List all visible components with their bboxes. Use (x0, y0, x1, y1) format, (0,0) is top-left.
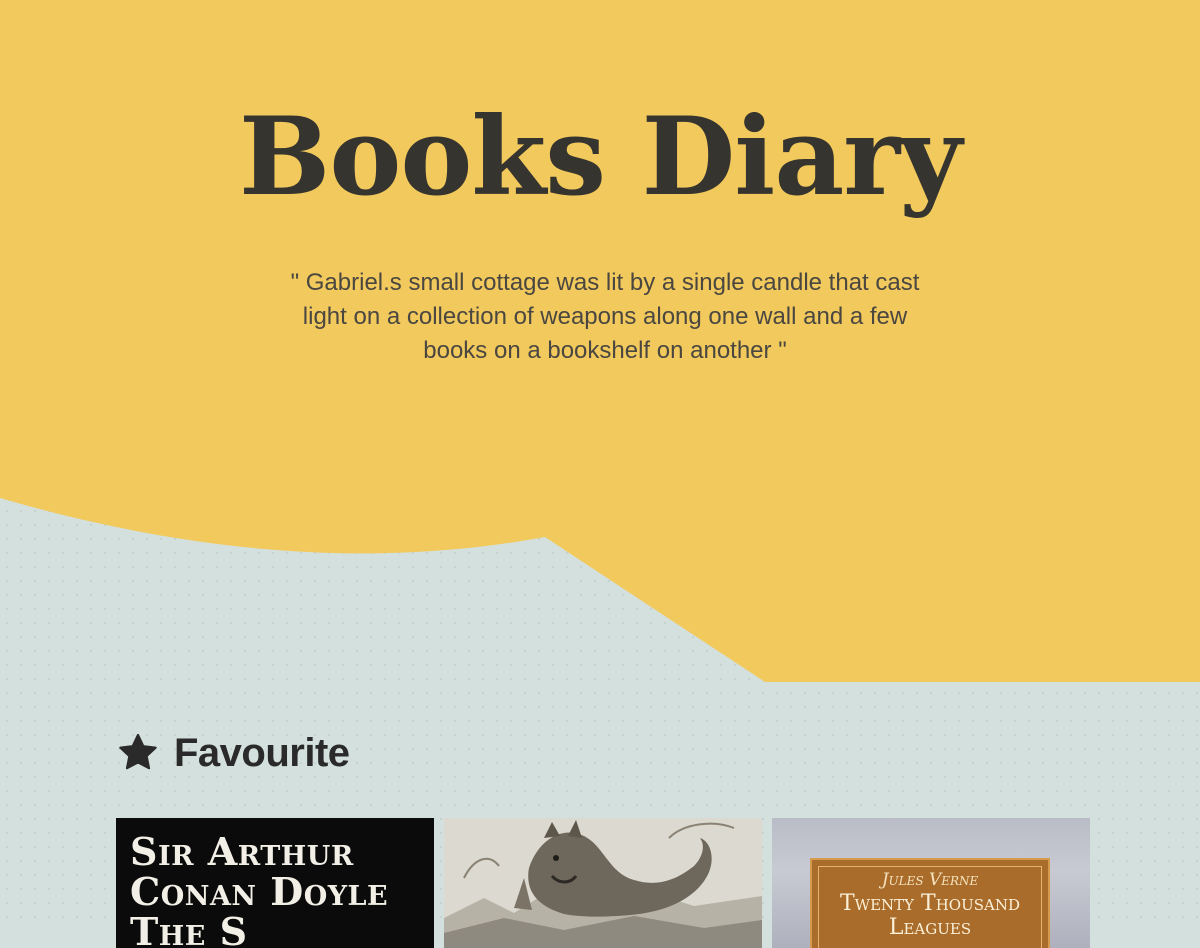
book-card[interactable]: Sir Arthur Conan Doyle The S (116, 818, 434, 948)
book-card[interactable] (444, 818, 762, 948)
book-card[interactable]: Jules Verne Twenty Thousand Leagues (772, 818, 1090, 948)
book-cover-text: Sir Arthur Conan Doyle The S (130, 829, 389, 948)
star-icon (119, 733, 157, 770)
favourite-books-list: Sir Arthur Conan Doyle The S Jules Verne (116, 818, 1090, 948)
favourite-title: Favourite (174, 730, 350, 775)
hero-quote: " Gabriel.s small cottage was lit by a s… (290, 269, 920, 364)
book-author: Jules Verne (881, 870, 979, 890)
favourite-heading: Favourite (116, 728, 350, 778)
page-title: Books Diary (239, 94, 962, 220)
book-cover-panel: Jules Verne Twenty Thousand Leagues (810, 858, 1050, 948)
book-title: Twenty Thousand Leagues (839, 891, 1021, 940)
wolf-illustration-icon (444, 818, 762, 948)
